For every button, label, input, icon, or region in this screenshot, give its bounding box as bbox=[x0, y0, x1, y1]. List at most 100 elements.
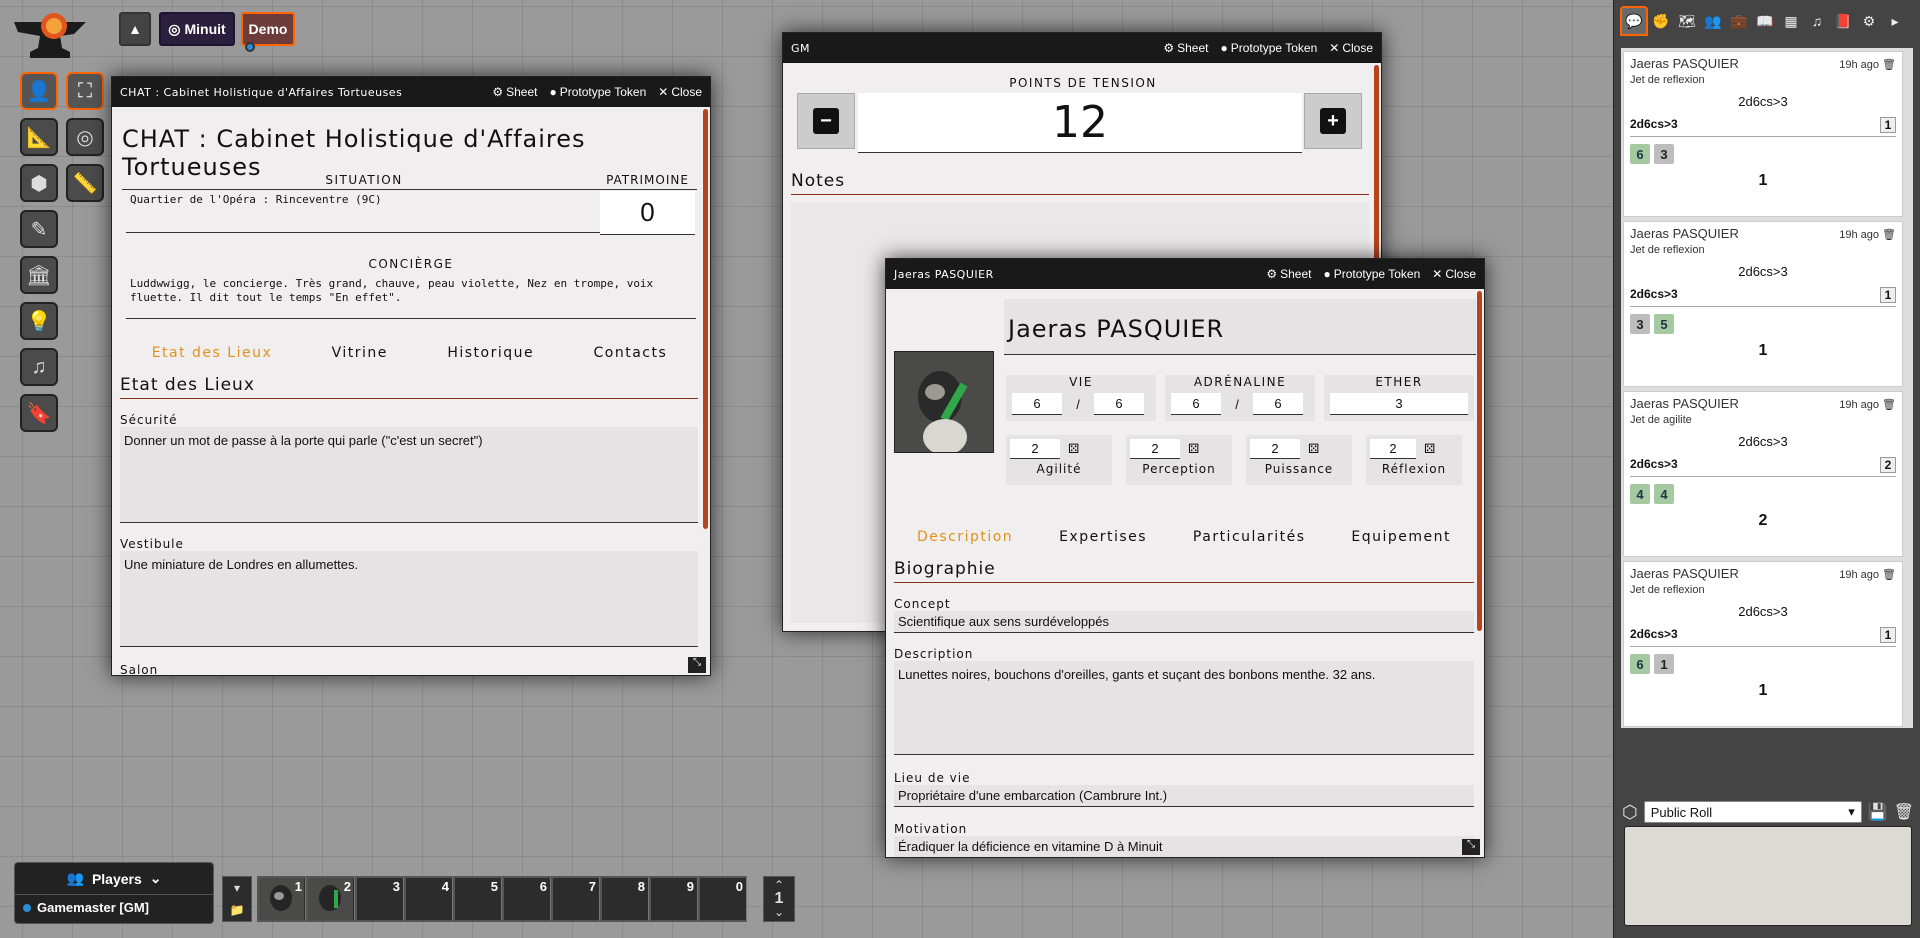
tab-equipement[interactable]: Equipement bbox=[1351, 529, 1451, 545]
trash-icon[interactable]: 🗑 bbox=[1882, 59, 1896, 71]
foundry-logo[interactable] bbox=[10, 8, 90, 70]
dice-icon[interactable]: ⚄ bbox=[1308, 441, 1319, 457]
dice-icon[interactable]: ⚄ bbox=[1068, 441, 1079, 457]
tab-contacts[interactable]: Contacts bbox=[594, 345, 668, 361]
window-header[interactable]: Jaeras PASQUIER ⚙ Sheet ● Prototype Token … bbox=[886, 259, 1484, 289]
sheet-config-button[interactable]: ⚙ Sheet bbox=[1266, 267, 1311, 281]
drawing-button[interactable]: ✎ bbox=[20, 210, 58, 248]
measure-button[interactable]: 📐 bbox=[20, 118, 58, 156]
dice-icon[interactable]: ⚄ bbox=[1188, 441, 1199, 457]
ruler-button[interactable]: 📏 bbox=[66, 164, 104, 202]
chat-log[interactable]: Jaeras PASQUIER 19h ago 🗑 Jet de reflexi… bbox=[1621, 48, 1913, 728]
save-icon[interactable]: 💾 bbox=[1868, 802, 1888, 822]
dice-icon[interactable]: ⚄ bbox=[1424, 441, 1435, 457]
hotbar-slot[interactable]: 3 bbox=[355, 876, 404, 922]
vie-max[interactable]: 6 bbox=[1094, 393, 1144, 415]
tab-historique[interactable]: Historique bbox=[447, 345, 534, 361]
dice-formula[interactable]: 2d6cs>3 bbox=[1630, 264, 1896, 279]
resize-handle[interactable]: ⤡ bbox=[1462, 839, 1480, 855]
ether-value[interactable]: 3 bbox=[1330, 393, 1468, 415]
tiles-button[interactable]: ⬢ bbox=[20, 164, 58, 202]
roll-mode-select[interactable]: Public Roll ▾ bbox=[1643, 801, 1862, 823]
hotbar-slot[interactable]: 7 bbox=[551, 876, 600, 922]
prototype-token-button[interactable]: ● Prototype Token bbox=[549, 85, 646, 99]
chat-message-input[interactable] bbox=[1624, 826, 1912, 926]
securite-textarea[interactable]: Donner un mot de passe à la porte qui pa… bbox=[120, 427, 698, 523]
tab-actors[interactable]: 👥 bbox=[1700, 6, 1726, 36]
tab-playlists[interactable]: ♫ bbox=[1804, 6, 1830, 36]
prototype-token-button[interactable]: ● Prototype Token bbox=[1323, 267, 1420, 281]
prototype-token-button[interactable]: ● Prototype Token bbox=[1220, 41, 1317, 55]
vestibule-textarea[interactable]: Une miniature de Londres en allumettes. bbox=[120, 551, 698, 647]
concierge-field[interactable]: Luddwwigg, le concierge. Très grand, cha… bbox=[126, 277, 696, 319]
increase-tension-button[interactable]: + bbox=[1304, 93, 1362, 149]
character-name[interactable]: Jaeras PASQUIER bbox=[1004, 299, 1476, 343]
tab-description[interactable]: Description bbox=[917, 529, 1013, 545]
description-textarea[interactable]: Lunettes noires, bouchons d'oreilles, ga… bbox=[894, 661, 1474, 755]
hotbar-slot[interactable]: 4 bbox=[404, 876, 453, 922]
attr-value[interactable]: 2 bbox=[1130, 439, 1180, 459]
tab-etat-des-lieux[interactable]: Etat des Lieux bbox=[152, 345, 273, 361]
scene-tab-demo[interactable]: Demo bbox=[241, 12, 295, 52]
tab-chat[interactable]: 💬 bbox=[1620, 6, 1648, 36]
dice-formula[interactable]: 2d6cs>3 bbox=[1630, 434, 1896, 449]
hotbar-slot[interactable]: 9 bbox=[649, 876, 698, 922]
decrease-tension-button[interactable]: − bbox=[797, 93, 855, 149]
trash-icon[interactable]: 🗑 bbox=[1882, 399, 1896, 411]
lieu-de-vie-field[interactable]: Propriétaire d'une embarcation (Cambrure… bbox=[894, 785, 1474, 807]
folder-icon[interactable]: 📁 bbox=[230, 903, 245, 917]
players-header[interactable]: 👥 Players ⌄ bbox=[15, 863, 213, 895]
sheet-config-button[interactable]: ⚙ Sheet bbox=[492, 85, 537, 99]
tab-tables[interactable]: ▦ bbox=[1778, 6, 1804, 36]
scrollbar[interactable] bbox=[703, 109, 708, 529]
chevron-down-icon[interactable]: ⌄ bbox=[774, 906, 784, 918]
sheet-config-button[interactable]: ⚙ Sheet bbox=[1163, 41, 1208, 55]
trash-icon[interactable]: 🗑 bbox=[1882, 229, 1896, 241]
character-portrait[interactable] bbox=[894, 351, 994, 453]
hotbar-slot[interactable]: 8 bbox=[600, 876, 649, 922]
collapse-sidebar-button[interactable]: ▸ bbox=[1882, 6, 1908, 36]
walls-button[interactable]: 🏛 bbox=[20, 256, 58, 294]
dice-formula[interactable]: 2d6cs>3 bbox=[1630, 94, 1896, 109]
collapse-navigation-button[interactable]: ▲ bbox=[119, 12, 151, 46]
tab-items[interactable]: 💼 bbox=[1726, 6, 1752, 36]
hotbar-slot[interactable]: 2 bbox=[306, 876, 355, 922]
vie-current[interactable]: 6 bbox=[1012, 393, 1062, 415]
tab-scenes[interactable]: 🗺 bbox=[1674, 6, 1700, 36]
situation-field[interactable]: Quartier de l'Opéra : Rinceventre (9C) bbox=[126, 193, 602, 233]
tension-value[interactable]: 12 bbox=[858, 93, 1302, 153]
caret-down-icon[interactable]: ▾ bbox=[234, 881, 240, 895]
hotbar-slot[interactable]: 6 bbox=[502, 876, 551, 922]
token-controls-button[interactable]: 👤 bbox=[20, 72, 58, 110]
tab-particularites[interactable]: Particularités bbox=[1193, 529, 1306, 545]
window-header[interactable]: GM ⚙ Sheet ● Prototype Token ✕ Close bbox=[783, 33, 1381, 63]
lighting-button[interactable]: 💡 bbox=[20, 302, 58, 340]
target-button[interactable]: ◎ bbox=[66, 118, 104, 156]
scrollbar[interactable] bbox=[1477, 291, 1482, 631]
resize-handle[interactable]: ⤡ bbox=[688, 657, 706, 673]
adrenaline-max[interactable]: 6 bbox=[1253, 393, 1303, 415]
dice-formula[interactable]: 2d6cs>3 bbox=[1630, 604, 1896, 619]
tab-journal[interactable]: 📖 bbox=[1752, 6, 1778, 36]
adrenaline-current[interactable]: 6 bbox=[1171, 393, 1221, 415]
close-button[interactable]: ✕ Close bbox=[1432, 267, 1476, 281]
d20-icon[interactable]: ⬡ bbox=[1622, 802, 1638, 823]
tab-settings[interactable]: ⚙ bbox=[1856, 6, 1882, 36]
attr-value[interactable]: 2 bbox=[1010, 439, 1060, 459]
tab-compendium[interactable]: 📕 bbox=[1830, 6, 1856, 36]
close-button[interactable]: ✕ Close bbox=[658, 85, 702, 99]
concept-field[interactable]: Scientifique aux sens surdéveloppés bbox=[894, 611, 1474, 633]
patrimoine-field[interactable]: 0 bbox=[600, 191, 695, 235]
attr-value[interactable]: 2 bbox=[1370, 439, 1416, 459]
tab-expertises[interactable]: Expertises bbox=[1059, 529, 1147, 545]
window-header[interactable]: CHAT : Cabinet Holistique d'Affaires Tor… bbox=[112, 77, 710, 107]
trash-icon[interactable]: 🗑 bbox=[1894, 802, 1914, 822]
attr-value[interactable]: 2 bbox=[1250, 439, 1300, 459]
player-entry[interactable]: Gamemaster [GM] bbox=[15, 895, 213, 920]
tab-vitrine[interactable]: Vitrine bbox=[332, 345, 388, 361]
close-button[interactable]: ✕ Close bbox=[1329, 41, 1373, 55]
hotbar-slot[interactable]: 5 bbox=[453, 876, 502, 922]
hotbar-slot[interactable]: 1 bbox=[257, 876, 306, 922]
motivation-field[interactable]: Éradiquer la déficience en vitamine D à … bbox=[894, 836, 1474, 857]
notes-button[interactable]: 🔖 bbox=[20, 394, 58, 432]
